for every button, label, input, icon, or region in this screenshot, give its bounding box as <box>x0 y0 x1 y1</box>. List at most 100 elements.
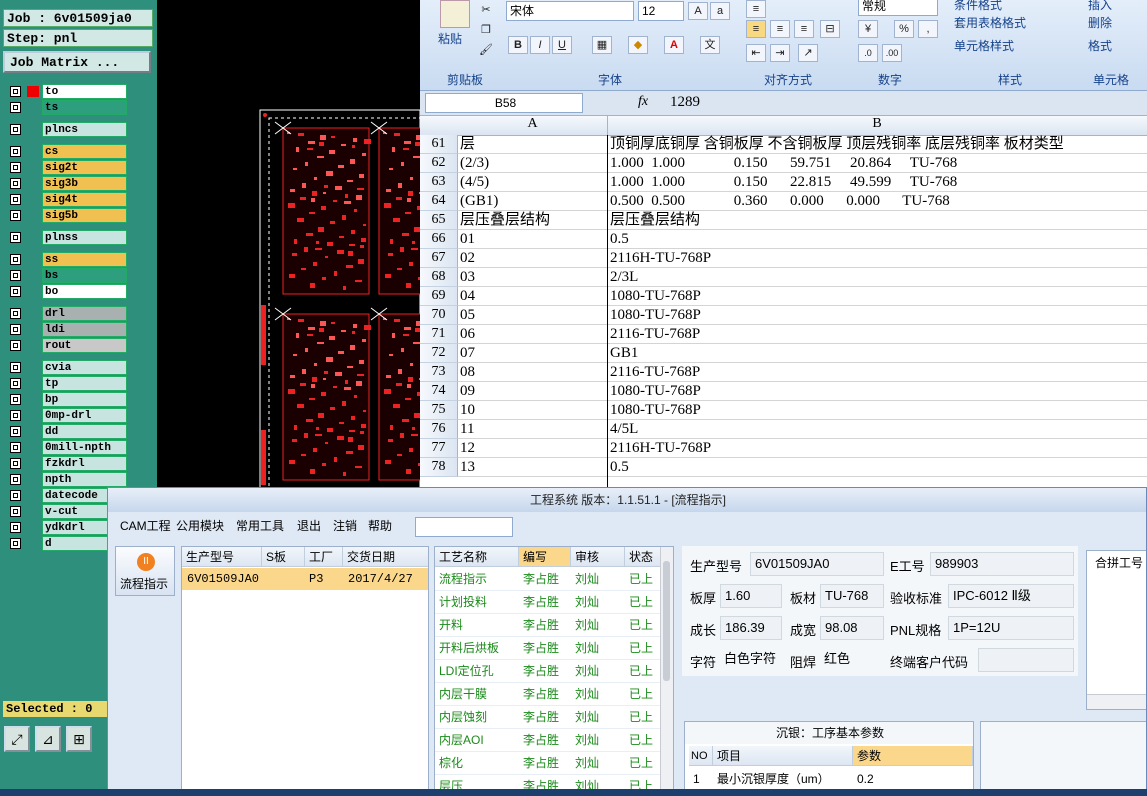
layer-row[interactable]: sig2t <box>7 160 129 175</box>
proc-name[interactable]: 计划投料 <box>435 591 519 614</box>
row-header[interactable]: 67 <box>420 249 458 268</box>
proc-reviewer[interactable]: 刘灿 <box>571 706 625 729</box>
cell-a[interactable]: (2/3) <box>460 154 489 173</box>
layer-name[interactable]: 0mp-drl <box>42 408 127 423</box>
layer-checkbox[interactable] <box>10 102 21 113</box>
col-a-header[interactable]: A <box>458 116 608 135</box>
proc-col-name[interactable]: 工艺名称 <box>435 547 519 567</box>
format-painter-icon[interactable]: 🖌 <box>478 42 494 60</box>
layer-checkbox[interactable] <box>10 506 21 517</box>
cell-b[interactable]: 2116-TU-768P <box>610 325 700 344</box>
order-col-factory[interactable]: 工厂 <box>305 547 343 567</box>
grid-icon[interactable]: ⊞ <box>66 726 92 752</box>
cell-b[interactable]: 2116-TU-768P <box>610 363 700 382</box>
cell-b[interactable]: 1080-TU-768P <box>610 382 701 401</box>
layer-name[interactable]: to <box>42 84 127 99</box>
proc-col-reviewer[interactable]: 审核 <box>571 547 625 567</box>
font-name-select[interactable]: 宋体 <box>506 1 634 21</box>
proc-name[interactable]: 内层AOI <box>435 729 519 752</box>
layer-name[interactable]: sig4t <box>42 192 127 207</box>
bold-icon[interactable]: B <box>508 36 528 54</box>
row-header[interactable]: 69 <box>420 287 458 306</box>
menu-combo[interactable] <box>415 517 513 537</box>
layer-name[interactable]: ts <box>42 100 127 115</box>
measure-icon[interactable]: ⊿ <box>35 726 61 752</box>
layer-checkbox[interactable] <box>10 340 21 351</box>
layer-row[interactable]: bp <box>7 392 129 407</box>
layer-name[interactable]: cvia <box>42 360 127 375</box>
layer-name[interactable]: 0mill-npth <box>42 440 127 455</box>
spreadsheet[interactable]: A B 61 层 顶铜厚底铜厚 含铜板厚 不含铜板厚 顶层残铜率 底层残铜率 板材类… <box>420 116 1147 496</box>
layer-checkbox[interactable] <box>10 538 21 549</box>
proc-author[interactable]: 李占胜 <box>519 614 571 637</box>
cell-b[interactable]: 1080-TU-768P <box>610 287 701 306</box>
layer-row[interactable]: cs <box>7 144 129 159</box>
row-header[interactable]: 76 <box>420 420 458 439</box>
menu-item[interactable]: 公用模块 <box>176 517 224 534</box>
copy-icon[interactable]: ❐ <box>478 22 494 40</box>
percent-icon[interactable]: % <box>894 20 914 38</box>
cell-b[interactable]: 层压叠层结构 <box>610 211 700 230</box>
char-field[interactable]: 白色字符 <box>720 648 784 672</box>
layer-name[interactable]: cs <box>42 144 127 159</box>
row-header[interactable]: 61 <box>420 135 458 154</box>
len-field[interactable]: 186.39 <box>720 616 782 640</box>
cust-field[interactable] <box>978 648 1074 672</box>
shrink-font-icon[interactable]: a <box>710 2 730 20</box>
align-left-icon[interactable]: ≡ <box>746 20 766 38</box>
name-box[interactable]: B58 <box>425 93 583 113</box>
proc-col-author[interactable]: 编写 <box>519 547 571 567</box>
decrease-decimal-icon[interactable]: .00 <box>882 44 902 62</box>
layer-checkbox[interactable] <box>10 394 21 405</box>
eno-field[interactable]: 989903 <box>930 552 1074 576</box>
row-header[interactable]: 73 <box>420 363 458 382</box>
proc-name[interactable]: 内层蚀刻 <box>435 706 519 729</box>
cell-style-button[interactable]: 单元格样式 <box>954 37 1014 54</box>
cell-b[interactable]: 2116H-TU-768P <box>610 249 711 268</box>
row-header[interactable]: 78 <box>420 458 458 477</box>
cell-b[interactable]: 1.000 1.000 0.150 22.815 49.599 TU-768 <box>610 173 957 192</box>
merge-scrollbar[interactable] <box>1087 694 1146 709</box>
proc-author[interactable]: 李占胜 <box>519 683 571 706</box>
thick-field[interactable]: 1.60 <box>720 584 782 608</box>
cell-b[interactable]: 1080-TU-768P <box>610 401 701 420</box>
row-header[interactable]: 65 <box>420 211 458 230</box>
layer-name[interactable]: bs <box>42 268 127 283</box>
layer-checkbox[interactable] <box>10 232 21 243</box>
proc-col-status[interactable]: 状态 <box>625 547 661 567</box>
order-row[interactable]: 6V01509JA0 P3 2017/4/27 <box>182 568 428 590</box>
layer-row[interactable]: to <box>7 84 129 99</box>
layer-checkbox[interactable] <box>10 458 21 469</box>
proc-author[interactable]: 李占胜 <box>519 729 571 752</box>
cell-a[interactable]: 09 <box>460 382 475 401</box>
proc-reviewer[interactable]: 刘灿 <box>571 591 625 614</box>
align-right-icon[interactable]: ≡ <box>794 20 814 38</box>
cell-b[interactable]: 2/3L <box>610 268 638 287</box>
cell-b[interactable]: 4/5L <box>610 420 638 439</box>
row-header[interactable]: 70 <box>420 306 458 325</box>
proc-name[interactable]: 内层干膜 <box>435 683 519 706</box>
layer-checkbox[interactable] <box>10 490 21 501</box>
proc-author[interactable]: 李占胜 <box>519 568 571 591</box>
row-header[interactable]: 62 <box>420 154 458 173</box>
proc-reviewer[interactable]: 刘灿 <box>571 568 625 591</box>
proc-status[interactable]: 已上 <box>625 683 661 706</box>
proc-reviewer[interactable]: 刘灿 <box>571 637 625 660</box>
cell-a[interactable]: 13 <box>460 458 475 477</box>
proc-name[interactable]: LDI定位孔 <box>435 660 519 683</box>
layer-row[interactable]: dd <box>7 424 129 439</box>
layer-checkbox[interactable] <box>10 124 21 135</box>
menu-item[interactable]: 退出 <box>297 517 321 534</box>
layer-checkbox[interactable] <box>10 362 21 373</box>
layer-name[interactable]: ldi <box>42 322 127 337</box>
row-header[interactable]: 64 <box>420 192 458 211</box>
delete-button[interactable]: 删除 <box>1088 14 1112 31</box>
row-header[interactable]: 68 <box>420 268 458 287</box>
cell-b[interactable]: 顶铜厚底铜厚 含铜板厚 不含铜板厚 顶层残铜率 底层残铜率 板材类型 <box>610 135 1064 154</box>
param-val[interactable]: 0.2 <box>853 768 973 791</box>
layer-row[interactable]: 0mill-npth <box>7 440 129 455</box>
pnl-field[interactable]: 1P=12U <box>948 616 1074 640</box>
cell-b[interactable]: 1080-TU-768P <box>610 306 701 325</box>
order-col-model[interactable]: 生产型号 <box>182 547 262 567</box>
layer-name[interactable]: sig2t <box>42 160 127 175</box>
